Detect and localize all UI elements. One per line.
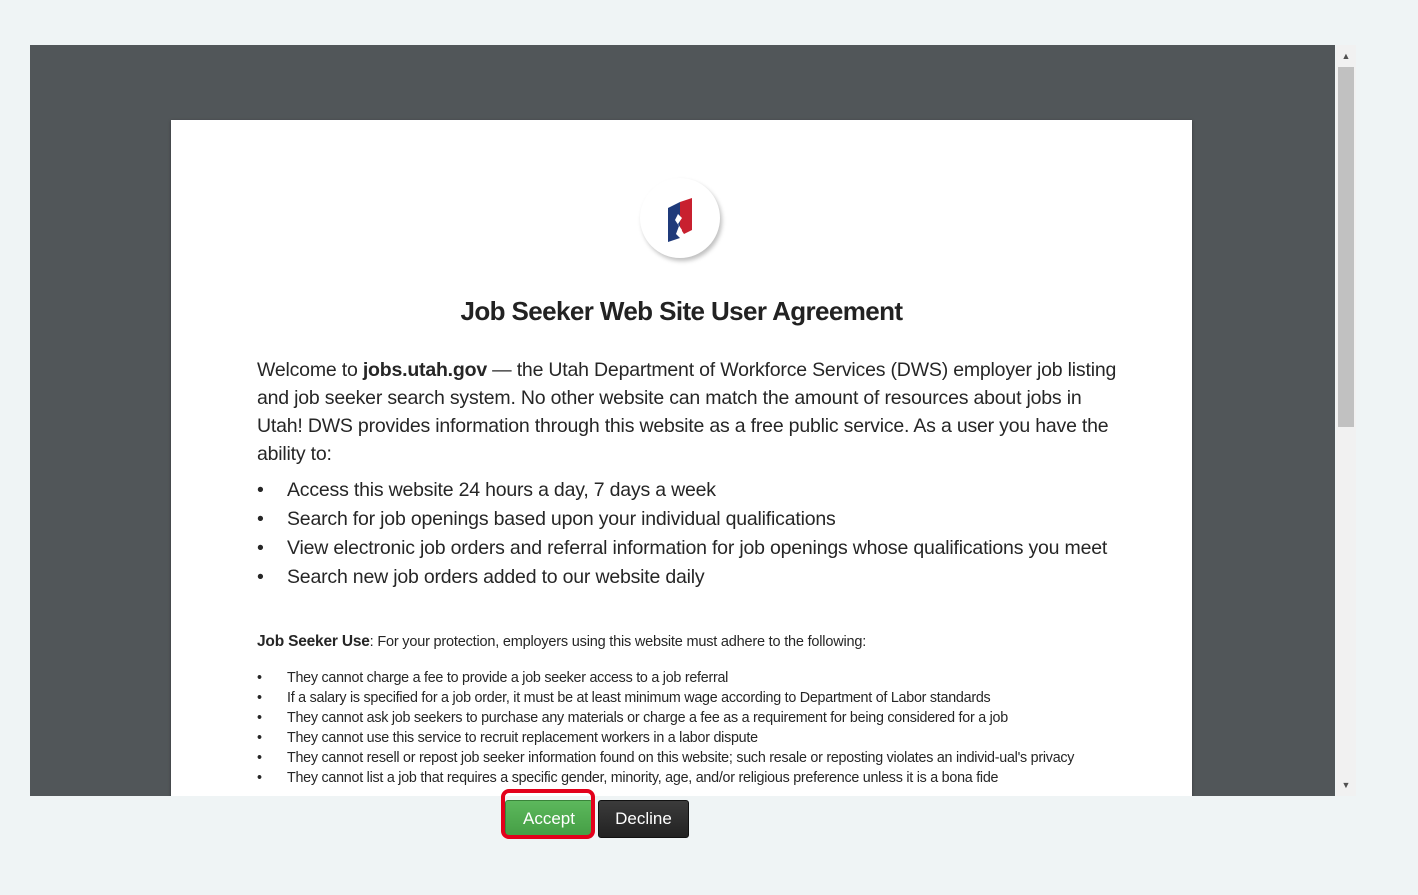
list-item: They cannot ask job seekers to purchase … bbox=[257, 708, 1117, 728]
dws-logo-icon bbox=[668, 198, 692, 242]
job-seeker-use-text: : For your protection, employers using t… bbox=[369, 634, 867, 650]
list-item: They cannot list a job that requires a s… bbox=[257, 768, 1117, 788]
intro-before: Welcome to bbox=[257, 359, 363, 381]
list-item: Search new job orders added to our websi… bbox=[257, 563, 1117, 591]
agreement-page: Job Seeker Web Site User Agreement Welco… bbox=[171, 120, 1192, 796]
list-item: If a salary is specified for a job order… bbox=[257, 688, 1117, 708]
viewer-scrollbar[interactable]: ▲ ▼ bbox=[1336, 45, 1356, 796]
employer-rules-list: They cannot charge a fee to provide a jo… bbox=[257, 668, 1117, 788]
list-item: Access this website 24 hours a day, 7 da… bbox=[257, 476, 1117, 504]
list-item: They cannot charge a fee to provide a jo… bbox=[257, 668, 1117, 688]
job-seeker-use-paragraph: Job Seeker Use: For your protection, emp… bbox=[257, 632, 1137, 652]
list-item: View electronic job orders and referral … bbox=[257, 534, 1117, 562]
agreement-title: Job Seeker Web Site User Agreement bbox=[460, 296, 903, 326]
list-item: Search for job openings based upon your … bbox=[257, 505, 1117, 533]
dws-logo bbox=[640, 178, 720, 258]
list-item: They cannot resell or repost job seeker … bbox=[257, 748, 1117, 768]
intro-paragraph: Welcome to jobs.utah.gov — the Utah Depa… bbox=[257, 356, 1117, 468]
decline-button[interactable]: Decline bbox=[598, 800, 689, 838]
abilities-list: Access this website 24 hours a day, 7 da… bbox=[257, 476, 1117, 592]
scroll-up-arrow-icon[interactable]: ▲ bbox=[1336, 47, 1356, 65]
accept-button[interactable]: Accept bbox=[505, 800, 593, 838]
document-viewer[interactable]: Job Seeker Web Site User Agreement Welco… bbox=[30, 45, 1335, 796]
job-seeker-use-heading: Job Seeker Use bbox=[257, 633, 370, 650]
scroll-thumb[interactable] bbox=[1338, 67, 1354, 427]
scroll-down-arrow-icon[interactable]: ▼ bbox=[1336, 776, 1356, 794]
site-name: jobs.utah.gov bbox=[362, 359, 487, 381]
list-item: They cannot use this service to recruit … bbox=[257, 728, 1117, 748]
